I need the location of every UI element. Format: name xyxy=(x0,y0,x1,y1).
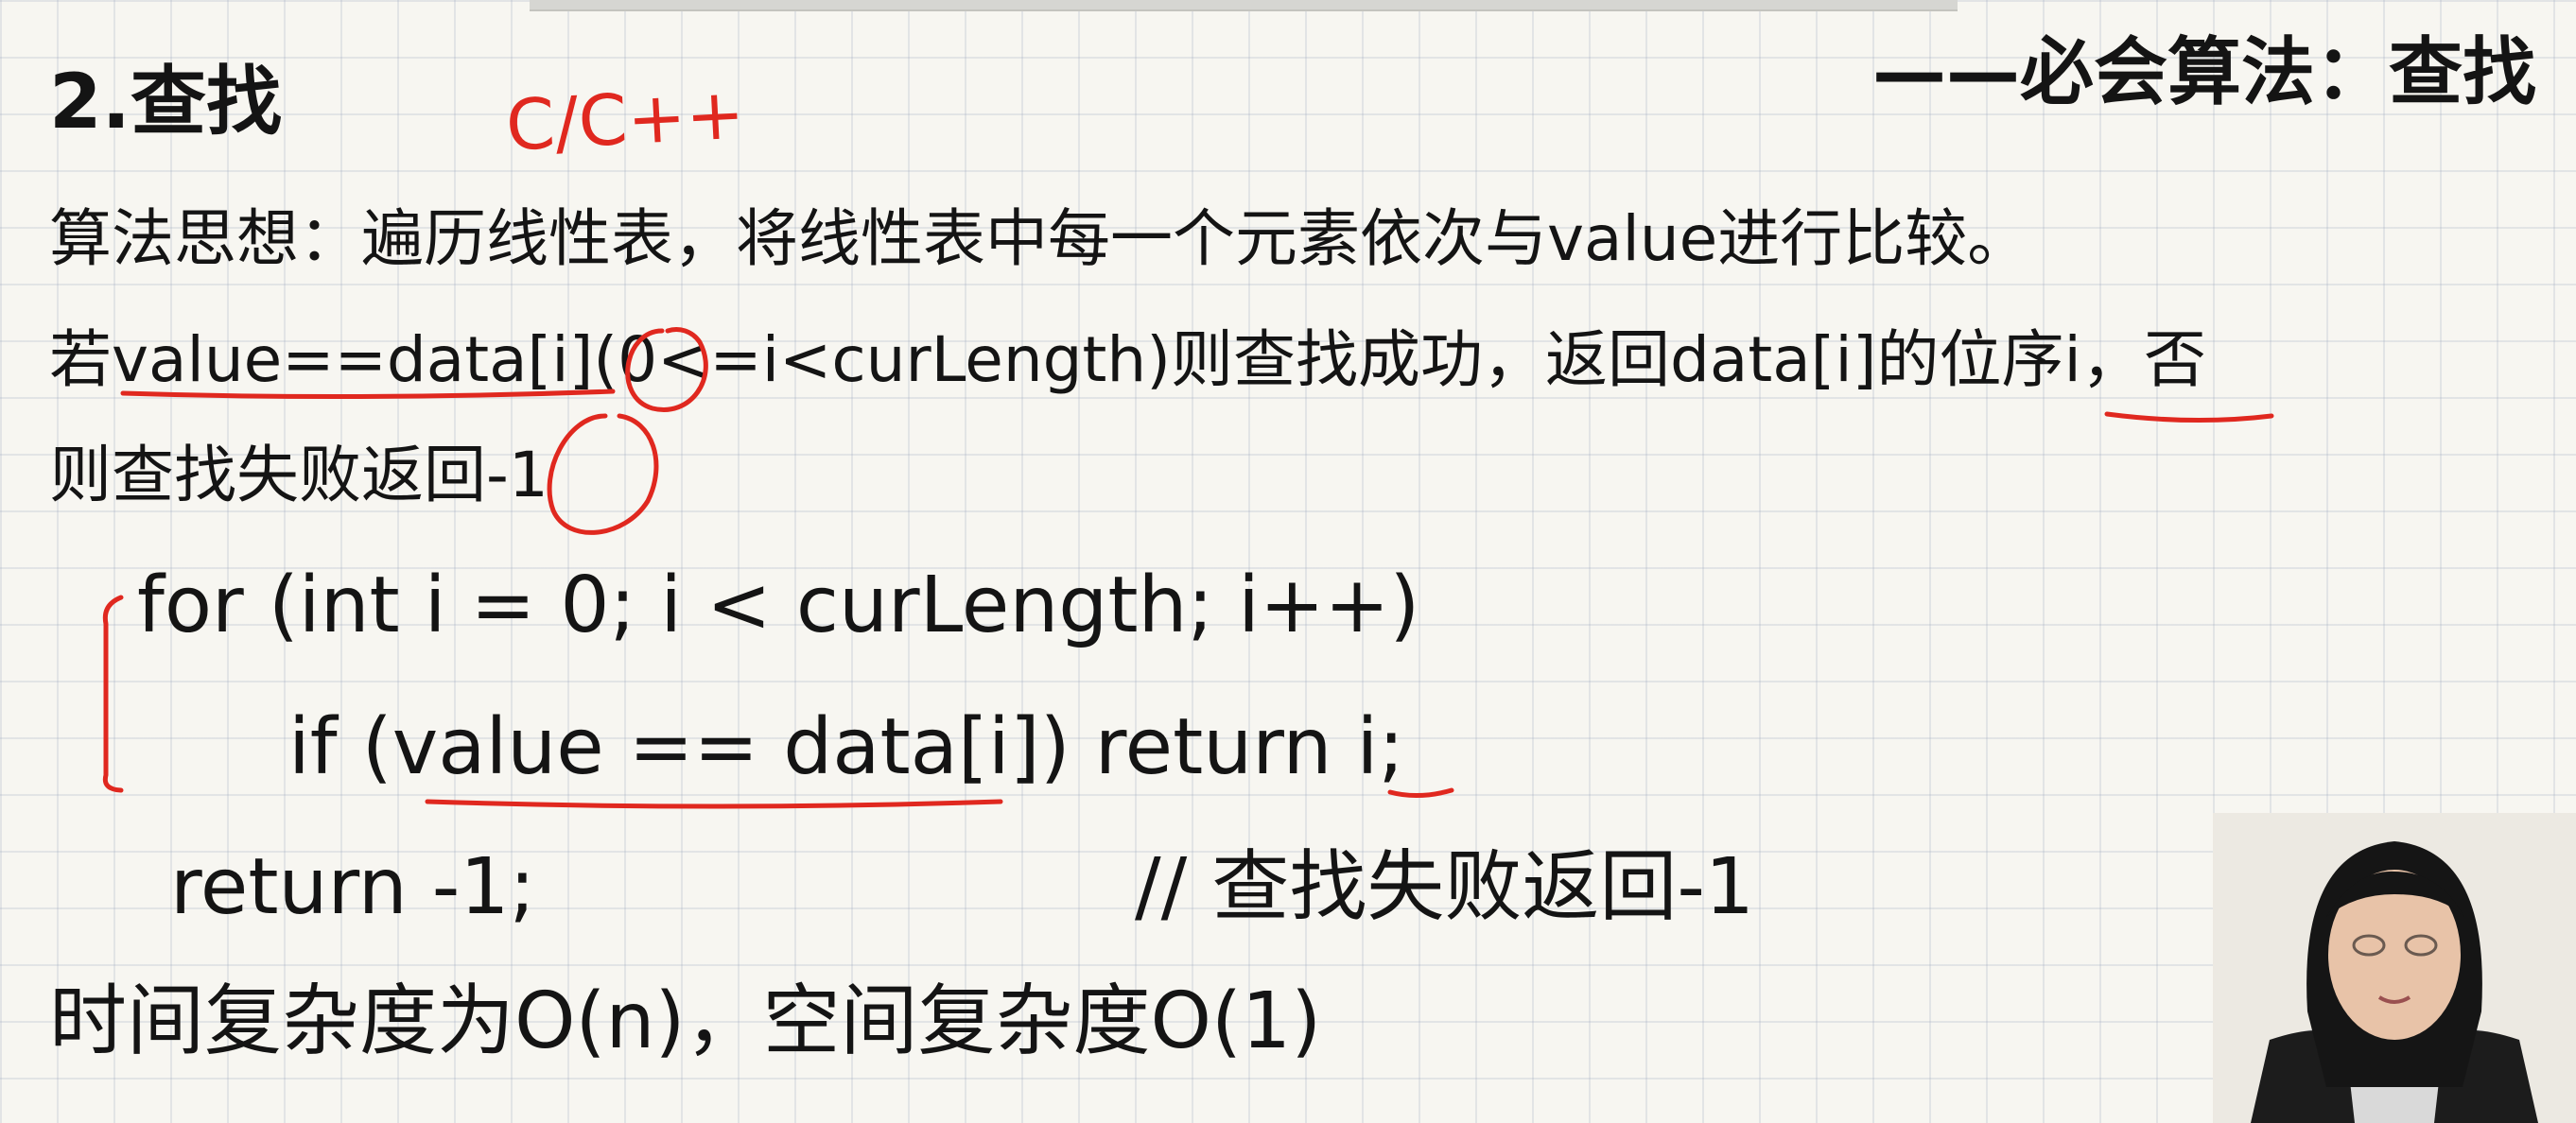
circle-zero xyxy=(625,327,708,412)
bracket-loop xyxy=(102,595,124,793)
underline-value-condition xyxy=(120,389,616,400)
underline-if-value xyxy=(425,799,1003,809)
underline-return-i xyxy=(1387,787,1454,799)
presenter-video-thumbnail xyxy=(2213,813,2576,1123)
circle-minus-one xyxy=(547,413,659,535)
underline-position xyxy=(2104,411,2274,423)
red-annotations xyxy=(102,327,2274,809)
